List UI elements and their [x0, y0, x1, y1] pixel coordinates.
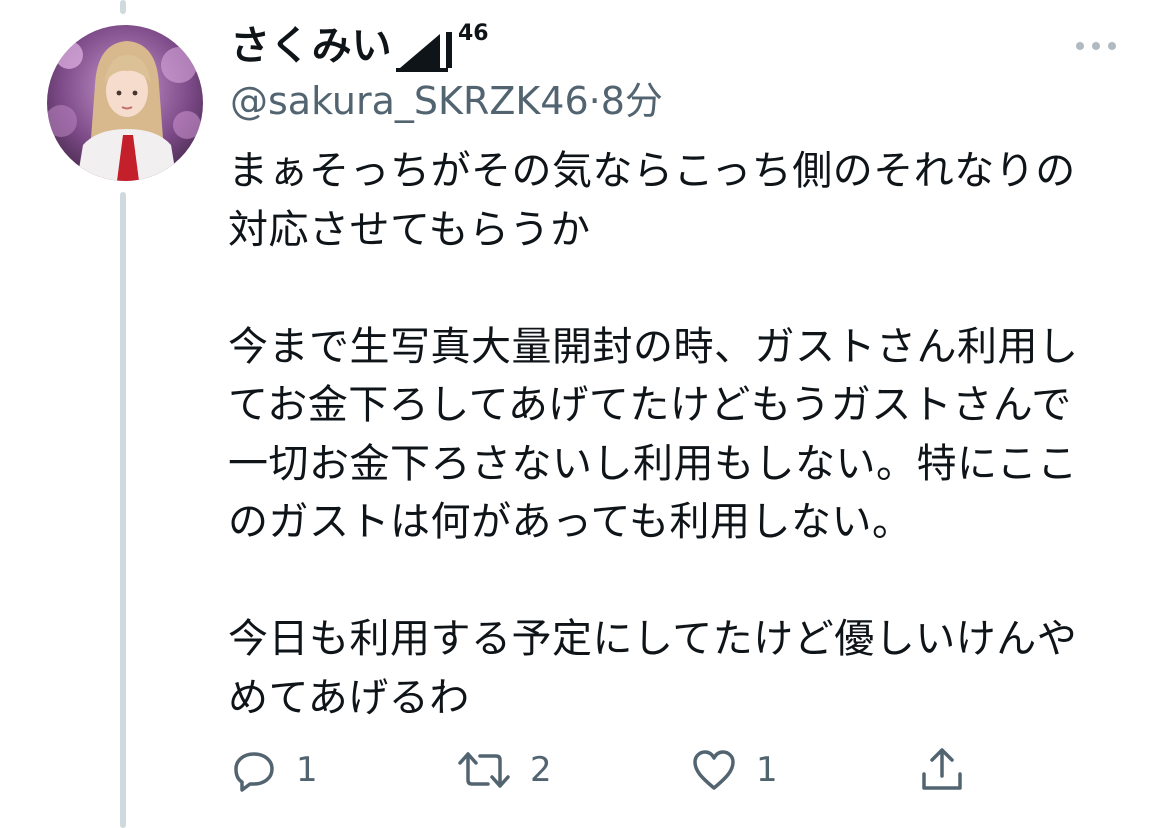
handle-and-time[interactable]: @sakura_SKRZK46·8分	[230, 76, 663, 126]
share-button[interactable]	[918, 740, 966, 800]
like-icon	[690, 746, 738, 794]
timestamp[interactable]: ·8分	[589, 79, 663, 123]
name-suffix: 46	[458, 21, 489, 46]
signal-bars-icon	[396, 28, 458, 76]
more-icon[interactable]	[1072, 38, 1120, 54]
reply-icon	[230, 746, 278, 794]
thread-line-bottom	[120, 192, 126, 828]
retweet-button[interactable]: 2	[456, 740, 552, 800]
retweet-count: 2	[530, 750, 552, 790]
like-count: 1	[756, 750, 778, 790]
reply-button[interactable]: 1	[230, 740, 318, 800]
tweet-actions: 1 2 1	[0, 740, 1170, 800]
retweet-icon	[456, 746, 512, 794]
like-button[interactable]: 1	[690, 740, 778, 800]
avatar[interactable]	[47, 25, 203, 181]
share-icon	[918, 744, 966, 796]
tweet-text: まぁそっちがその気ならこっち側のそれなりの 対応させてもらうか 今まで生写真大量…	[228, 148, 1079, 721]
thread-line-top	[120, 0, 126, 14]
reply-count: 1	[296, 750, 318, 790]
user-handle[interactable]: @sakura_SKRZK46	[230, 79, 589, 123]
display-name[interactable]: さくみい	[230, 20, 392, 72]
